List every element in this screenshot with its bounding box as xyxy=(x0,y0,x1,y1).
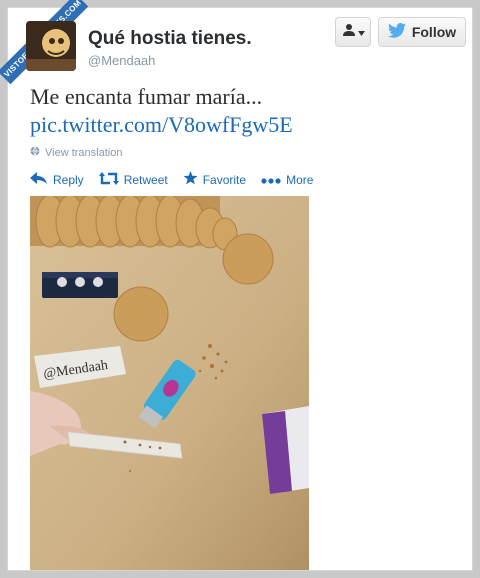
user-handle[interactable]: @Mendaah xyxy=(88,53,155,68)
favorite-button[interactable]: Favorite xyxy=(183,171,246,188)
user-icon xyxy=(342,23,356,42)
tweet-media-link[interactable]: pic.twitter.com/V8owfFgw5E xyxy=(30,112,293,138)
reply-label: Reply xyxy=(53,172,84,187)
follow-label: Follow xyxy=(411,24,457,40)
follow-button[interactable]: Follow xyxy=(378,17,466,47)
reply-icon xyxy=(30,171,48,188)
tweet-photo[interactable]: @Mendaah xyxy=(30,196,309,570)
more-button[interactable]: More xyxy=(261,171,313,188)
more-label: More xyxy=(286,172,314,187)
retweet-button[interactable]: Retweet xyxy=(98,171,168,188)
avatar[interactable] xyxy=(26,21,76,71)
retweet-label: Retweet xyxy=(123,172,168,187)
caret-down-icon xyxy=(357,23,365,41)
view-translation-label: View translation xyxy=(45,146,123,159)
reply-button[interactable]: Reply xyxy=(30,171,84,188)
retweet-icon xyxy=(98,171,119,188)
favorite-label: Favorite xyxy=(202,172,247,187)
display-name[interactable]: Qué hostia tienes. xyxy=(88,28,252,50)
twitter-bird-icon xyxy=(387,23,406,41)
tweet-card: VISTOENLASREDES.COM Qué hostia tienes. @… xyxy=(0,0,473,571)
tweet-actions: Reply Retweet Favorite More xyxy=(30,171,313,188)
view-translation-link[interactable]: View translation xyxy=(30,146,122,159)
user-actions-button[interactable] xyxy=(335,17,371,47)
more-dots-icon xyxy=(261,173,281,187)
star-icon xyxy=(183,171,198,188)
tweet-text: Me encanta fumar maría... xyxy=(30,84,263,109)
globe-icon xyxy=(30,146,40,159)
